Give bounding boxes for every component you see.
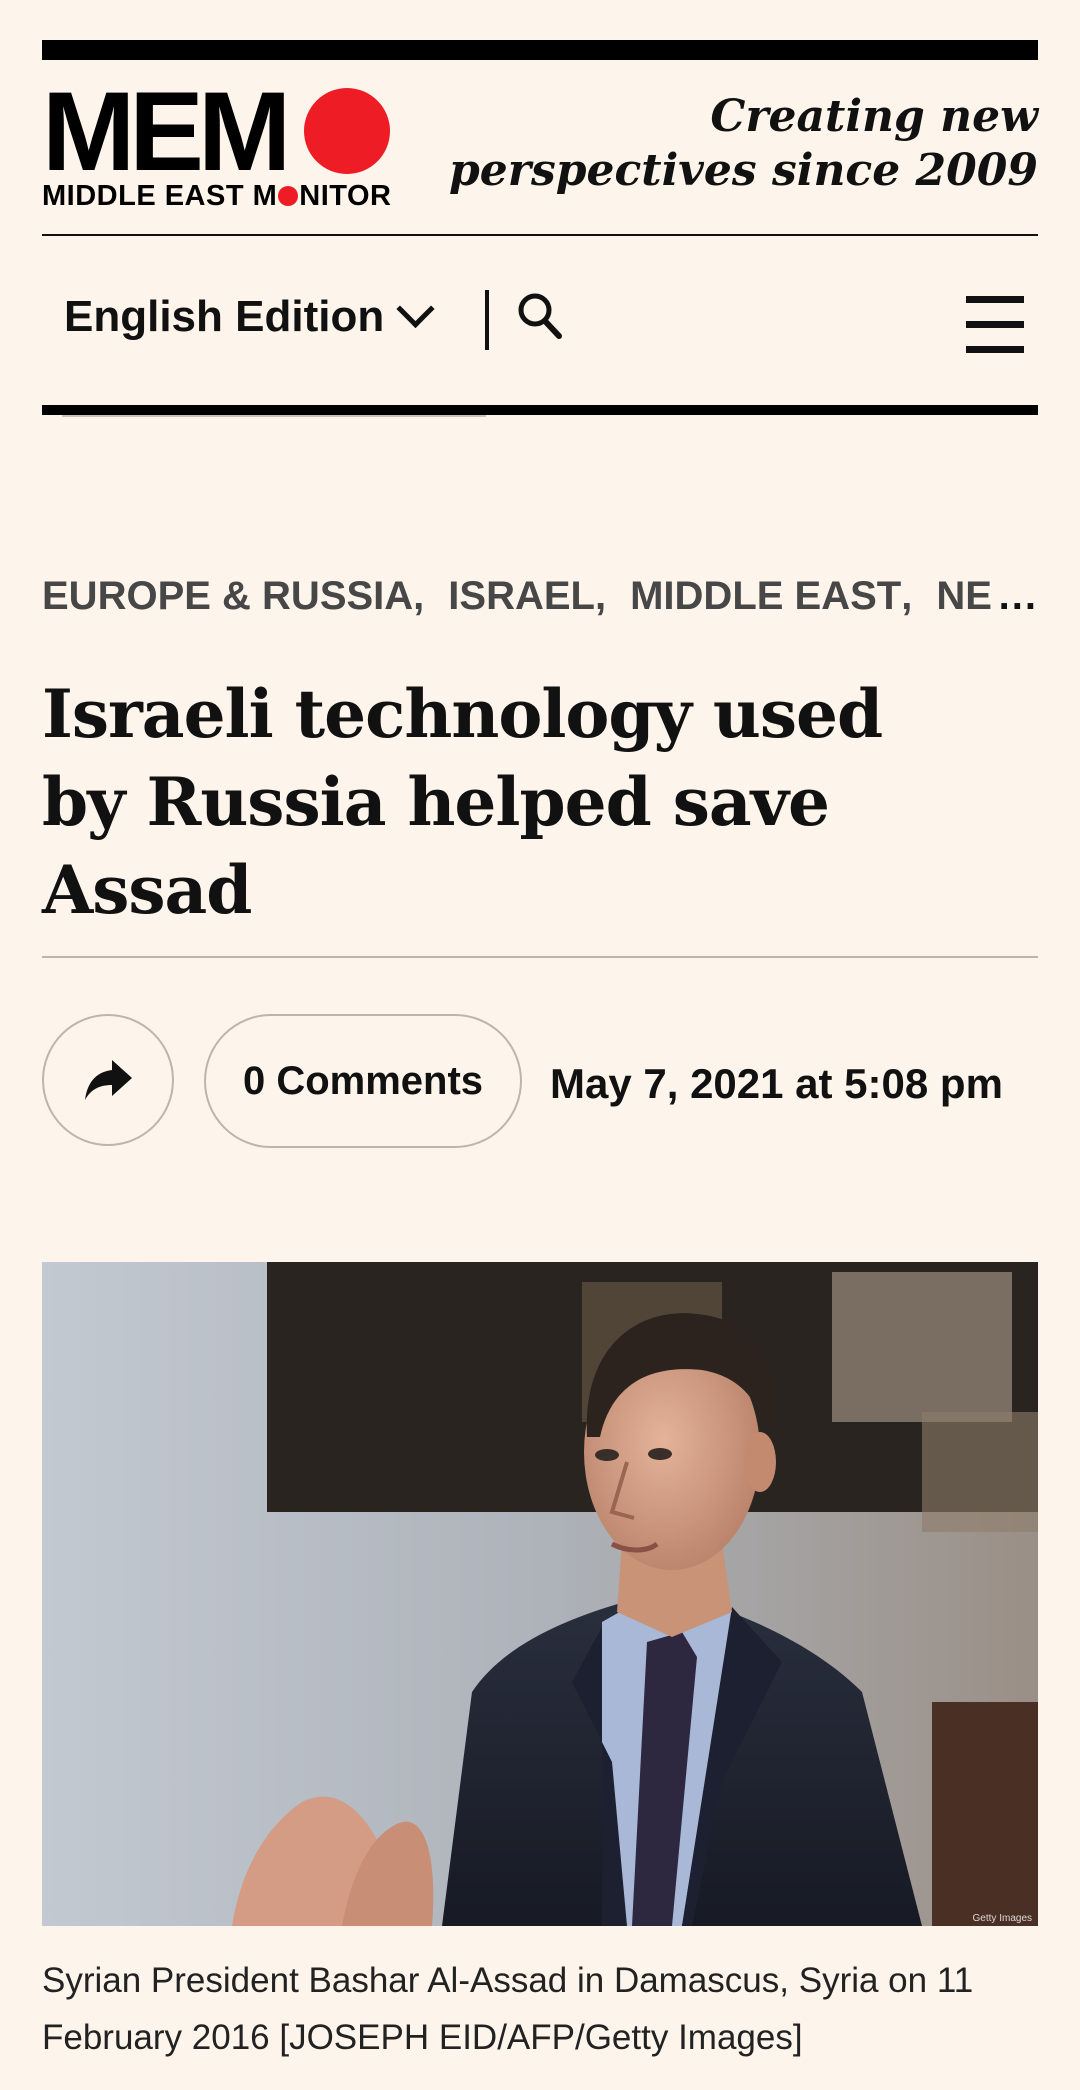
category-separator: , <box>594 574 607 618</box>
article-photo: Getty Images <box>42 1262 1038 1926</box>
article-headline: Israeli technology used by Russia helped… <box>42 675 883 929</box>
edition-label: English Edition <box>64 292 385 341</box>
category-separator: , <box>413 574 425 618</box>
more-categories-indicator[interactable]: ... <box>999 574 1038 619</box>
header-divider <box>42 234 1038 236</box>
category-separator: , <box>901 574 913 618</box>
hamburger-menu-button[interactable] <box>966 296 1024 354</box>
photo-caption: Syrian President Bashar Al-Assad in Dama… <box>42 1961 974 2057</box>
article-meta-divider <box>42 956 1038 958</box>
nav-underline <box>62 415 486 417</box>
header-top-bar <box>42 40 1038 60</box>
logo-subtitle-dot <box>278 186 299 206</box>
publish-date: May 7, 2021 at 5:08 pm <box>550 1060 1003 1107</box>
category-link[interactable]: ISRAEL <box>448 574 595 619</box>
logo-subtitle-end: NITOR <box>299 180 392 212</box>
site-tagline: Creating new perspectives since 2009 <box>438 90 1038 198</box>
hamburger-menu-icon-bar <box>966 296 1024 303</box>
category-link[interactable]: EUROPE & RUSSIA <box>42 574 413 619</box>
logo-wordmark: MEM <box>42 69 291 194</box>
logo-red-dot <box>304 88 390 174</box>
category-link[interactable]: NEWS <box>936 574 990 619</box>
tagline-line-1: Creating new <box>710 91 1038 142</box>
memo-logo[interactable]: MEM MIDDLE EAST M NITOR <box>42 69 402 214</box>
search-icon <box>518 293 562 339</box>
hamburger-menu-icon-bar <box>966 321 1024 328</box>
photo-credit-mark: Getty Images <box>973 1913 1032 1924</box>
chevron-down-icon <box>396 289 435 328</box>
share-arrow-icon <box>85 1060 132 1100</box>
comments-button[interactable]: 0 Comments <box>204 1014 522 1148</box>
edition-selector[interactable]: English Edition <box>64 289 435 342</box>
nav-bottom-bar <box>42 405 1038 415</box>
search-button[interactable] <box>514 290 570 346</box>
tagline-line-2: perspectives since 2009 <box>449 145 1038 196</box>
article-photo-image: Getty Images <box>42 1262 1038 1926</box>
logo-subtitle-start: MIDDLE EAST M <box>42 180 278 212</box>
article-categories: EUROPE & RUSSIA, ISRAEL, MIDDLE EAST, NE… <box>42 574 1038 619</box>
share-button[interactable] <box>42 1014 174 1146</box>
nav-divider <box>485 290 489 350</box>
category-link[interactable]: MIDDLE EAST <box>630 574 901 619</box>
hamburger-menu-icon-bar <box>966 346 1024 353</box>
logo-subtitle: MIDDLE EAST M NITOR <box>42 180 391 212</box>
